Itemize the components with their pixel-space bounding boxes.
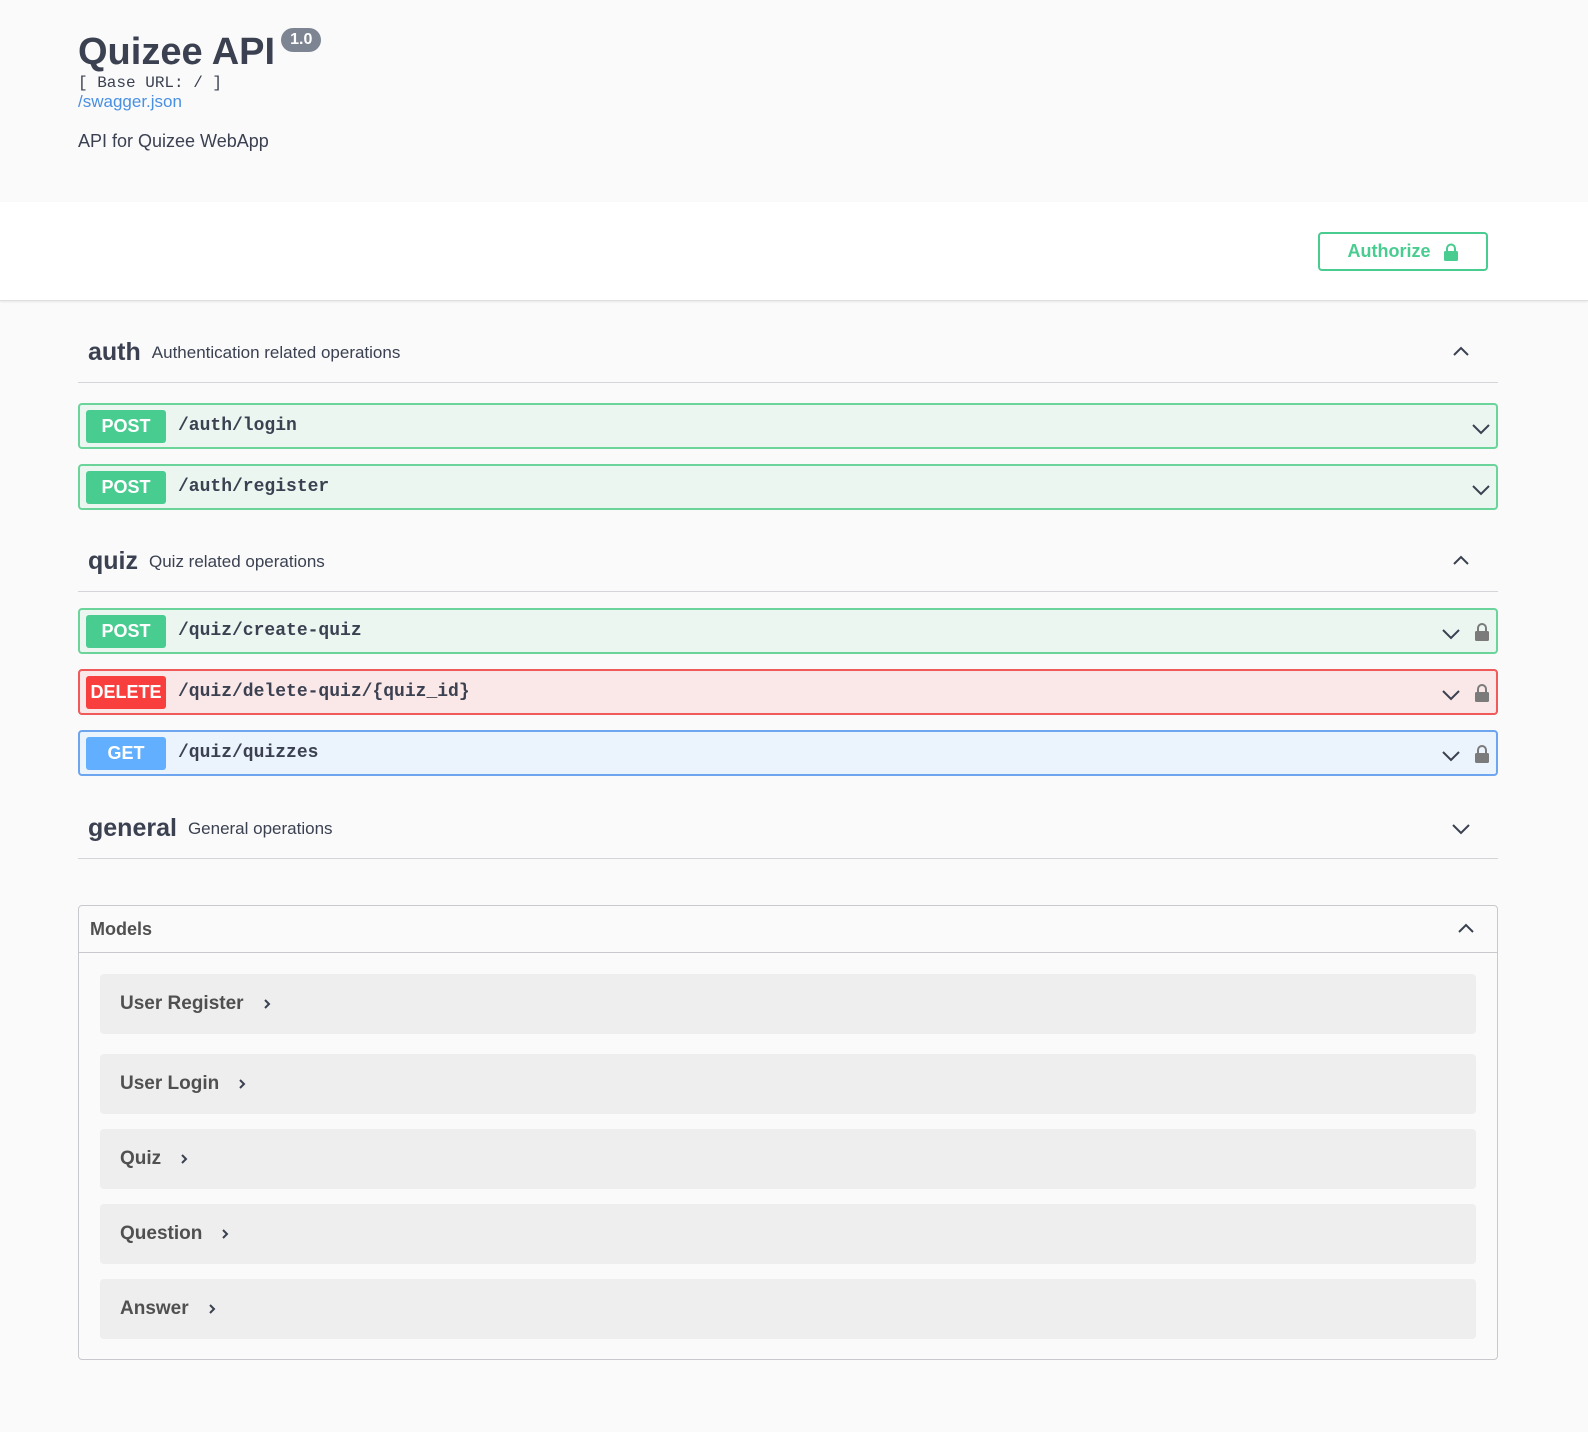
model-name: User Login	[120, 1073, 220, 1094]
version-badge: 1.0	[281, 28, 322, 52]
chevron-up-icon[interactable]	[1455, 918, 1477, 940]
chevron-right-icon	[181, 1154, 188, 1164]
tag-description: General operations	[187, 818, 333, 838]
lock-icon	[1443, 243, 1458, 261]
lock-icon[interactable]	[1474, 622, 1490, 642]
model-name: Answer	[120, 1298, 189, 1319]
chevron-right-icon	[263, 999, 270, 1009]
tag-auth[interactable]: auth Authentication related operations	[78, 323, 1498, 383]
lock-icon[interactable]	[1474, 683, 1490, 703]
model-user-register[interactable]: User Register	[100, 974, 1476, 1034]
tag-quiz[interactable]: quiz Quiz related operations	[78, 532, 1498, 592]
method-badge: POST	[86, 470, 166, 504]
operation-post-quiz-create[interactable]: POST /quiz/create-quiz	[78, 608, 1498, 654]
operation-post-auth-login[interactable]: POST /auth/login	[78, 403, 1498, 449]
method-badge: POST	[86, 614, 166, 648]
chevron-right-icon	[208, 1304, 216, 1314]
lock-icon[interactable]	[1474, 744, 1490, 764]
chevron-down-icon[interactable]	[1470, 417, 1492, 439]
chevron-down-icon[interactable]	[1440, 622, 1462, 644]
models-section: Models User Register User Login Quiz Que…	[78, 905, 1498, 1360]
chevron-down-icon[interactable]	[1450, 817, 1472, 839]
api-description: API for Quizee WebApp	[78, 131, 269, 151]
title-row: Quizee API 1.0	[78, 28, 322, 74]
authorize-button[interactable]: Authorize	[1318, 232, 1488, 271]
method-badge: DELETE	[86, 675, 166, 709]
method-badge: GET	[86, 736, 166, 770]
tag-name: auth	[88, 338, 141, 366]
chevron-down-icon[interactable]	[1470, 478, 1492, 500]
operation-post-auth-register[interactable]: POST /auth/register	[78, 464, 1498, 510]
api-info: Quizee API 1.0 [ Base URL: / ] /swagger.…	[0, 0, 1588, 202]
operation-path: /auth/register	[178, 477, 330, 497]
operation-delete-quiz[interactable]: DELETE /quiz/delete-quiz/{quiz_id}	[78, 669, 1498, 715]
model-name: Quiz	[120, 1148, 162, 1169]
authorize-label: Authorize	[1347, 241, 1431, 261]
chevron-down-icon[interactable]	[1440, 683, 1462, 705]
tag-description: Quiz related operations	[149, 551, 325, 571]
chevron-right-icon	[222, 1229, 229, 1239]
spec-link[interactable]: /swagger.json	[78, 92, 182, 112]
api-title: Quizee API	[78, 31, 276, 73]
model-answer[interactable]: Answer	[100, 1279, 1476, 1339]
chevron-up-icon[interactable]	[1450, 550, 1472, 572]
operation-get-quizzes[interactable]: GET /quiz/quizzes	[78, 730, 1498, 776]
chevron-down-icon[interactable]	[1440, 744, 1462, 766]
model-quiz[interactable]: Quiz	[100, 1129, 1476, 1189]
tag-name: general	[88, 814, 177, 842]
model-question[interactable]: Question	[100, 1204, 1476, 1264]
operation-path: /quiz/delete-quiz/{quiz_id}	[178, 682, 470, 702]
model-name: User Register	[120, 993, 244, 1014]
operation-path: /quiz/create-quiz	[178, 621, 362, 641]
models-title: Models	[90, 918, 153, 939]
base-url: [ Base URL: / ]	[78, 74, 223, 92]
chevron-right-icon	[239, 1079, 246, 1089]
tag-name: quiz	[88, 547, 138, 575]
chevron-up-icon[interactable]	[1450, 341, 1472, 363]
model-name: Question	[120, 1223, 203, 1244]
method-badge: POST	[86, 409, 166, 443]
operation-path: /quiz/quizzes	[178, 743, 319, 763]
models-header[interactable]: Models	[79, 906, 1497, 953]
model-user-login[interactable]: User Login	[100, 1054, 1476, 1114]
tag-general[interactable]: general General operations	[78, 799, 1498, 859]
scheme-bar: Authorize	[0, 202, 1588, 301]
operation-path: /auth/login	[178, 416, 297, 436]
tag-description: Authentication related operations	[151, 342, 401, 362]
